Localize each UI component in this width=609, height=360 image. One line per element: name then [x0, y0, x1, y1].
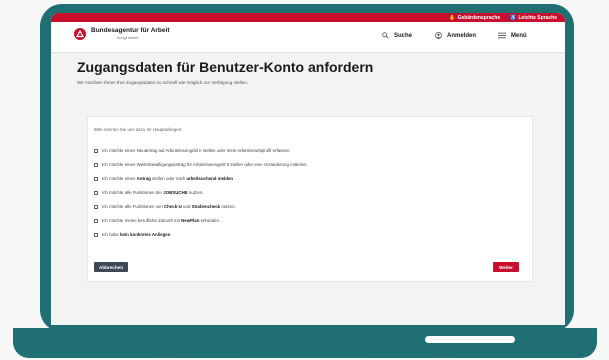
- request-form-card: Bitte nennen Sie uns dazu Ihr Hauptanlie…: [87, 116, 533, 282]
- easy-language-label: Leichte Sprache: [518, 14, 557, 21]
- search-icon: [382, 32, 389, 39]
- option-label: Ich möchte einen Neuantrag auf Arbeitslo…: [102, 148, 291, 153]
- option-label: Ich möchte alle Funktionen der JOBSUCHE …: [102, 190, 204, 195]
- checkbox[interactable]: [94, 232, 98, 237]
- login-label: Anmelden: [447, 32, 477, 39]
- search-button[interactable]: Suche: [382, 32, 412, 39]
- page-subtitle: Wir möchten Ihnen Ihre Zugangsdaten so s…: [77, 80, 249, 85]
- next-button[interactable]: Weiter: [493, 262, 519, 272]
- laptop-notch: [425, 336, 515, 343]
- sign-language-link[interactable]: ✋ Gebärdensprache: [449, 15, 500, 21]
- checkbox[interactable]: [94, 176, 98, 181]
- checkbox[interactable]: [94, 204, 98, 209]
- laptop-screen: ✋ Gebärdensprache ♿ Leichte Sprache Bund…: [51, 13, 565, 325]
- option-label: Ich möchte einen Weiterbewilligungsantra…: [102, 162, 308, 167]
- checkbox[interactable]: [94, 148, 98, 153]
- option-label: Ich möchte meine berufliche Zukunft mit …: [102, 218, 221, 223]
- option-label: Ich möchte einen Antrag stellen oder mic…: [102, 176, 234, 181]
- user-icon: [435, 32, 442, 39]
- option-neuantrag[interactable]: Ich möchte einen Neuantrag auf Arbeitslo…: [94, 148, 291, 153]
- login-button[interactable]: Anmelden: [435, 32, 476, 39]
- hamburger-icon: [498, 32, 506, 39]
- logo-subtitle: bringt weiter: [117, 35, 139, 40]
- search-label: Suche: [394, 32, 413, 39]
- option-jobsuche[interactable]: Ich möchte alle Funktionen der JOBSUCHE …: [94, 190, 203, 195]
- sign-language-label: Gebärdensprache: [457, 14, 501, 21]
- laptop-base: [13, 328, 597, 358]
- option-newplan[interactable]: Ich möchte meine berufliche Zukunft mit …: [94, 218, 220, 223]
- hand-icon: ✋: [449, 14, 456, 21]
- checkbox[interactable]: [94, 218, 98, 223]
- easy-language-link[interactable]: ♿ Leichte Sprache: [510, 15, 557, 21]
- menu-label: Menü: [511, 32, 527, 39]
- form-prompt: Bitte nennen Sie uns dazu Ihr Hauptanlie…: [94, 127, 183, 132]
- person-icon: ♿: [510, 14, 517, 21]
- option-antrag-arbeitsuchend[interactable]: Ich möchte einen Antrag stellen oder mic…: [94, 176, 233, 181]
- option-label: Ich möchte alle Funktionen von Check-U u…: [102, 204, 236, 209]
- checkbox[interactable]: [94, 190, 98, 195]
- logo-title[interactable]: Bundesagentur für Arbeit: [91, 27, 170, 34]
- cancel-button[interactable]: Abbrechen: [94, 262, 128, 272]
- ba-logo-icon[interactable]: [74, 28, 86, 40]
- option-weiterbewilligung[interactable]: Ich möchte einen Weiterbewilligungsantra…: [94, 162, 308, 167]
- site-header: Bundesagentur für Arbeit bringt weiter S…: [51, 22, 565, 53]
- page-title: Zugangsdaten für Benutzer-Konto anforder…: [77, 59, 374, 75]
- top-accessibility-bar: ✋ Gebärdensprache ♿ Leichte Sprache: [51, 13, 565, 22]
- checkbox[interactable]: [94, 162, 98, 167]
- option-label: Ich habe kein konkretes Anliegen: [102, 232, 171, 237]
- menu-button[interactable]: Menü: [498, 32, 527, 39]
- option-kein-anliegen[interactable]: Ich habe kein konkretes Anliegen: [94, 232, 170, 237]
- option-check-u[interactable]: Ich möchte alle Funktionen von Check-U u…: [94, 204, 236, 209]
